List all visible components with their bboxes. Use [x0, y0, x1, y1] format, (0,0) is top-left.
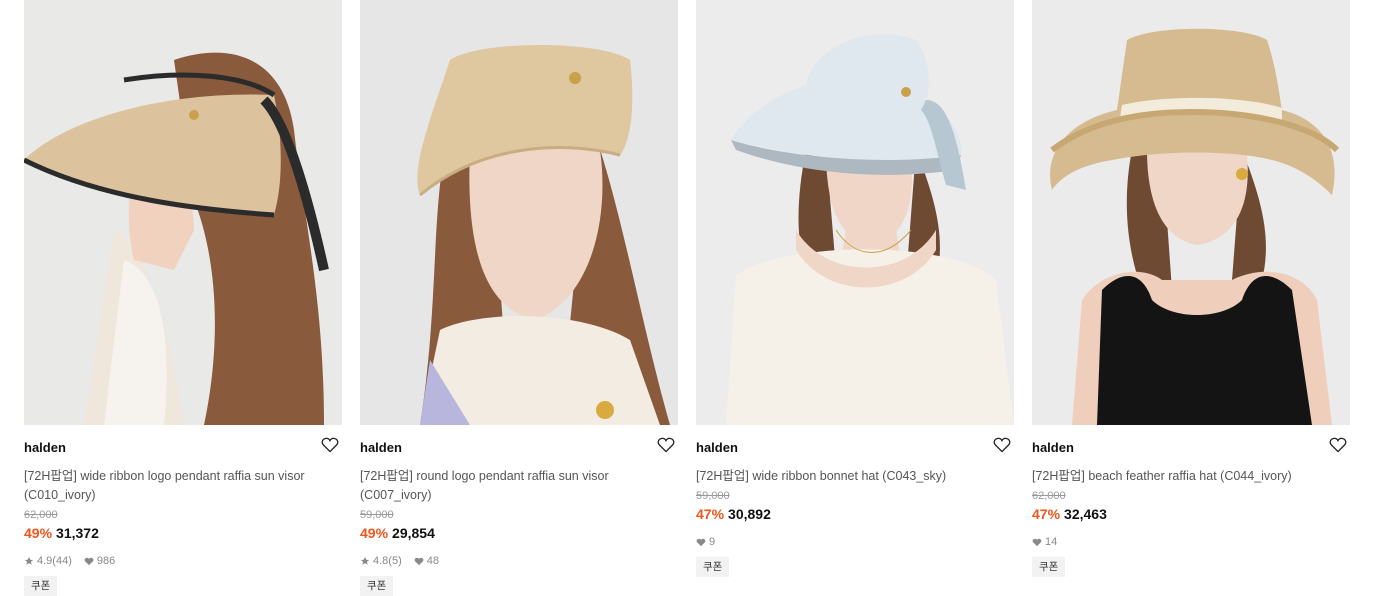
product-image[interactable] [360, 0, 678, 425]
product-image[interactable] [1032, 0, 1350, 425]
product-stats: 4.9 (44) 986 [24, 554, 342, 568]
coupon-badge: 쿠폰 [1032, 557, 1066, 577]
product-card[interactable]: halden [72H팝업] beach feather raffia hat … [1032, 0, 1350, 596]
price-row: 49% 31,372 [24, 524, 342, 542]
original-price: 62,000 [24, 509, 58, 521]
discount-rate: 49% [360, 525, 389, 541]
wishlist-heart-icon[interactable] [656, 436, 676, 456]
wishlist-heart-icon[interactable] [1328, 436, 1348, 456]
sale-price: 32,463 [1064, 506, 1107, 522]
product-image[interactable] [696, 0, 1014, 425]
like-count: 14 [1045, 536, 1058, 548]
original-price: 59,000 [696, 490, 730, 502]
brand-name[interactable]: halden [1032, 440, 1074, 455]
original-price: 59,000 [360, 509, 394, 521]
discount-rate: 49% [24, 525, 53, 541]
like-count: 48 [426, 555, 439, 567]
sale-price: 30,892 [728, 506, 771, 522]
price-row: 49% 29,854 [360, 524, 678, 542]
brand-row: halden [24, 425, 342, 471]
coupon-badge: 쿠폰 [360, 576, 394, 596]
review-count: (44) [52, 555, 72, 567]
product-title[interactable]: [72H팝업] wide ribbon logo pendant raffia … [24, 467, 334, 505]
product-grid: halden [72H팝업] wide ribbon logo pendant … [24, 0, 1350, 596]
heart-count-icon [84, 557, 94, 565]
rating-value: 4.8 [373, 555, 389, 567]
product-card[interactable]: halden [72H팝업] wide ribbon logo pendant … [24, 0, 342, 596]
brand-row: halden [1032, 425, 1350, 471]
like-count: 9 [709, 536, 716, 548]
wishlist-heart-icon[interactable] [992, 436, 1012, 456]
original-price: 62,000 [1032, 490, 1066, 502]
brand-name[interactable]: halden [24, 440, 66, 455]
brand-row: halden [696, 425, 1014, 471]
heart-count-icon [414, 557, 424, 565]
rating-value: 4.9 [37, 555, 53, 567]
product-card[interactable]: halden [72H팝업] wide ribbon bonnet hat (C… [696, 0, 1014, 596]
sale-price: 31,372 [56, 525, 99, 541]
star-icon [24, 556, 34, 565]
product-image[interactable] [24, 0, 342, 425]
brand-name[interactable]: halden [360, 440, 402, 455]
brand-row: halden [360, 425, 678, 471]
heart-count-icon [696, 538, 706, 546]
discount-rate: 47% [696, 506, 725, 522]
discount-rate: 47% [1032, 506, 1061, 522]
price-row: 47% 32,463 [1032, 505, 1350, 523]
wishlist-heart-icon[interactable] [320, 436, 340, 456]
coupon-badge: 쿠폰 [696, 557, 730, 577]
heart-count-icon [1032, 538, 1042, 546]
product-stats: 9 [696, 535, 1014, 549]
product-stats: 4.8 (5) 48 [360, 554, 678, 568]
review-count: (5) [388, 555, 402, 567]
product-title[interactable]: [72H팝업] round logo pendant raffia sun vi… [360, 467, 670, 505]
star-icon [360, 556, 370, 565]
product-card[interactable]: halden [72H팝업] round logo pendant raffia… [360, 0, 678, 596]
product-stats: 14 [1032, 535, 1350, 549]
sale-price: 29,854 [392, 525, 435, 541]
brand-name[interactable]: halden [696, 440, 738, 455]
coupon-badge: 쿠폰 [24, 576, 58, 596]
price-row: 47% 30,892 [696, 505, 1014, 523]
like-count: 986 [96, 555, 116, 567]
